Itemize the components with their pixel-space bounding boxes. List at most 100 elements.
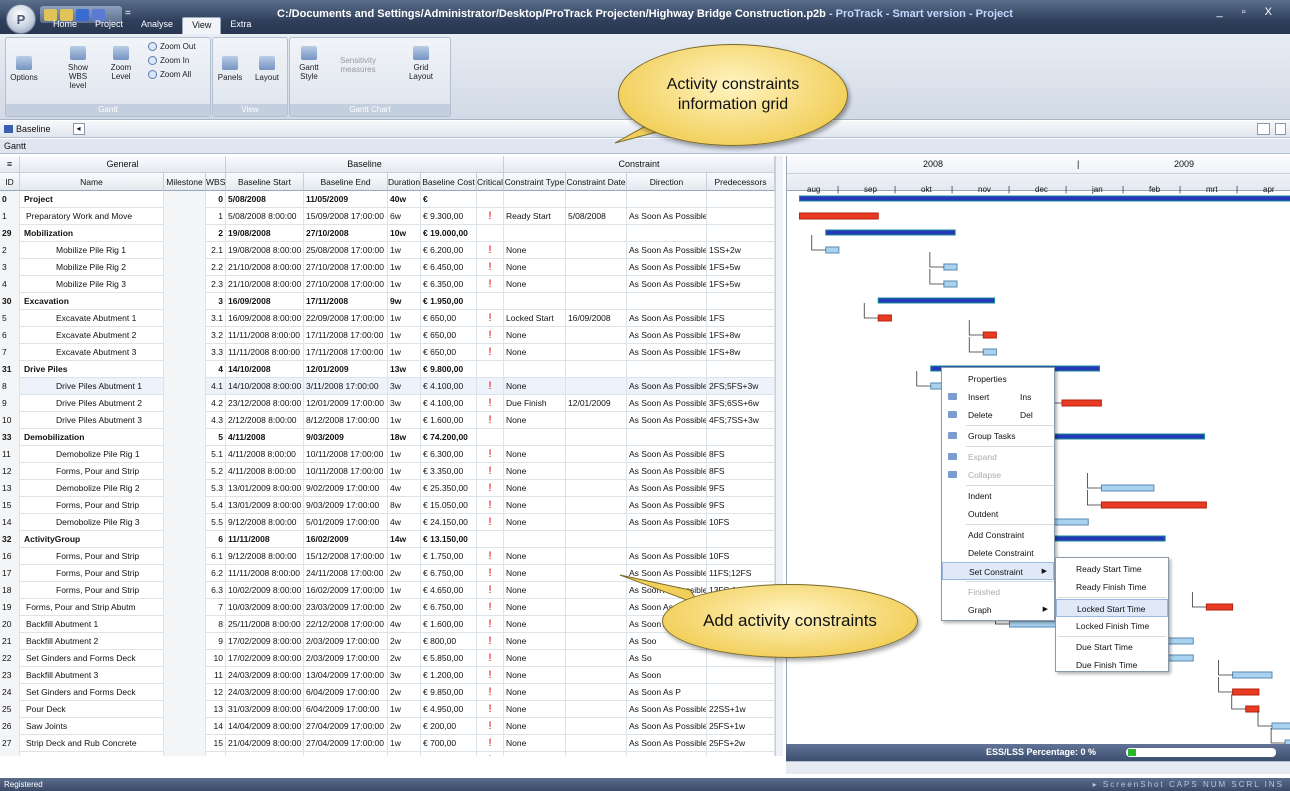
cell-name[interactable]: Excavate Abutment 3: [20, 344, 164, 361]
cell-end[interactable]: 15/09/2008 17:00:00: [304, 208, 388, 225]
table-row[interactable]: 4 Mobilize Pile Rig 3 2.3 21/10/2008 8:00:0…: [0, 276, 775, 293]
cell-pred[interactable]: 8FS: [707, 463, 775, 480]
sensitivity-measures-button[interactable]: Sensitivity measures: [334, 56, 382, 74]
cell-pred[interactable]: 1FS+5w: [707, 276, 775, 293]
column-header-cost[interactable]: Baseline Cost: [421, 173, 477, 191]
gantt-horizontal-scrollbar[interactable]: [786, 761, 1290, 774]
cell-dir[interactable]: [627, 531, 707, 548]
cell-milestone[interactable]: [164, 361, 206, 378]
cell-name[interactable]: Pour Deck: [20, 701, 164, 718]
cell-end[interactable]: 22/12/2008 17:00:00: [304, 616, 388, 633]
cell-dir[interactable]: As Soon As Possible: [627, 310, 707, 327]
cell-pred[interactable]: [707, 667, 775, 684]
cell-milestone[interactable]: [164, 327, 206, 344]
cell-cost[interactable]: € 9.800,00: [421, 361, 477, 378]
cell-start[interactable]: 11/11/2008: [226, 531, 304, 548]
column-header-cdate[interactable]: Constraint Date: [566, 173, 627, 191]
cell-end[interactable]: 6/04/2009 17:00:00: [304, 701, 388, 718]
cell-start[interactable]: 13/01/2009 8:00:00: [226, 497, 304, 514]
cell-ctype[interactable]: None: [504, 548, 566, 565]
cell-end[interactable]: 9/03/2009: [304, 429, 388, 446]
cell-wbs[interactable]: 3.2: [206, 327, 226, 344]
cell-milestone[interactable]: [164, 548, 206, 565]
cell-name[interactable]: Drive Piles Abutment 3: [20, 412, 164, 429]
cell-cdate[interactable]: [566, 548, 627, 565]
cell-milestone[interactable]: [164, 701, 206, 718]
cell-cdate[interactable]: [566, 633, 627, 650]
tab-analyse[interactable]: Analyse: [132, 17, 182, 34]
task-bar[interactable]: [982, 331, 997, 339]
cell-start[interactable]: 4/11/2008: [226, 429, 304, 446]
cell-start[interactable]: 9/12/2008 8:00:00: [226, 514, 304, 531]
cell-crit[interactable]: !: [477, 242, 504, 259]
cell-dur[interactable]: 1w: [388, 344, 421, 361]
cell-wbs[interactable]: 5.5: [206, 514, 226, 531]
table-row[interactable]: 16 Forms, Pour and Strip 6.1 9/12/2008 8:00…: [0, 548, 775, 565]
cell-dur[interactable]: 1w: [388, 582, 421, 599]
cell-pred[interactable]: 25FS+2w: [707, 735, 775, 752]
cell-name[interactable]: Drive Piles Abutment 2: [20, 395, 164, 412]
cell-id[interactable]: 17: [0, 565, 20, 582]
cell-cost[interactable]: € 650,00: [421, 344, 477, 361]
cell-dir[interactable]: As So: [627, 650, 707, 667]
cell-id[interactable]: 23: [0, 667, 20, 684]
cell-dir[interactable]: As Soon As Possible: [627, 480, 707, 497]
cell-ctype[interactable]: None: [504, 684, 566, 701]
cell-ctype[interactable]: None: [504, 718, 566, 735]
cell-start[interactable]: 10/02/2009 8:00:00: [226, 582, 304, 599]
table-row[interactable]: 17 Forms, Pour and Strip 6.2 11/11/2008 8:0…: [0, 565, 775, 582]
cell-name[interactable]: Forms, Pour and Strip: [20, 565, 164, 582]
table-row[interactable]: 15 Forms, Pour and Strip 5.4 13/01/2009 8:0…: [0, 497, 775, 514]
cell-id[interactable]: 31: [0, 361, 20, 378]
cell-ctype[interactable]: None: [504, 582, 566, 599]
cell-id[interactable]: 16: [0, 548, 20, 565]
table-row[interactable]: 30 Excavation 3 16/09/2008 17/11/2008 9w € 1.9…: [0, 293, 775, 310]
cell-cost[interactable]: € 650,00: [421, 327, 477, 344]
cell-wbs[interactable]: 6.3: [206, 582, 226, 599]
cell-start[interactable]: 17/02/2009 8:00:00: [226, 650, 304, 667]
cell-milestone[interactable]: [164, 565, 206, 582]
menu-item-expand[interactable]: Expand: [942, 448, 1054, 466]
cell-milestone[interactable]: [164, 310, 206, 327]
cell-name[interactable]: Forms, Pour and Strip: [20, 582, 164, 599]
cell-cost[interactable]: € 19.000,00: [421, 225, 477, 242]
menu-item-properties[interactable]: Properties: [942, 370, 1054, 388]
cell-cdate[interactable]: [566, 463, 627, 480]
grid-vertical-scrollbar[interactable]: [775, 156, 783, 756]
cell-id[interactable]: 19: [0, 599, 20, 616]
gantt-style-button[interactable]: Gantt Style: [294, 46, 324, 81]
column-header-milestone[interactable]: Milestone: [164, 173, 206, 191]
cell-dur[interactable]: 4w: [388, 514, 421, 531]
cell-ctype[interactable]: None: [504, 259, 566, 276]
cell-dir[interactable]: As Soon As Possible: [627, 735, 707, 752]
cell-end[interactable]: 16/02/2009: [304, 531, 388, 548]
cell-start[interactable]: 5/08/2008 8:00:00: [226, 208, 304, 225]
tab-extra[interactable]: Extra: [221, 17, 260, 34]
cell-crit[interactable]: [477, 225, 504, 242]
cell-end[interactable]: 12/01/2009: [304, 361, 388, 378]
cell-pred[interactable]: 9FS: [707, 497, 775, 514]
cell-milestone[interactable]: [164, 684, 206, 701]
cell-crit[interactable]: !: [477, 446, 504, 463]
task-bar[interactable]: [1232, 671, 1273, 679]
cell-crit[interactable]: !: [477, 633, 504, 650]
tab-view[interactable]: View: [182, 17, 222, 34]
table-row[interactable]: 8 Drive Piles Abutment 1 4.1 14/10/2008 8:0…: [0, 378, 775, 395]
cell-crit[interactable]: !: [477, 480, 504, 497]
cell-cost[interactable]: € 3.350,00: [421, 463, 477, 480]
cell-end[interactable]: 27/04/2009 17:00:00: [304, 718, 388, 735]
cell-wbs[interactable]: 0: [206, 191, 226, 208]
cell-id[interactable]: 9: [0, 395, 20, 412]
cell-pred[interactable]: 1FS: [707, 310, 775, 327]
cell-ctype[interactable]: None: [504, 514, 566, 531]
table-row[interactable]: 32 ActivityGroup 6 11/11/2008 16/02/2009 14w €…: [0, 531, 775, 548]
cell-wbs[interactable]: 3: [206, 293, 226, 310]
cell-end[interactable]: 6/04/2009 17:00:00: [304, 684, 388, 701]
cell-crit[interactable]: [477, 361, 504, 378]
cell-id[interactable]: 13: [0, 480, 20, 497]
cell-start[interactable]: 25/11/2008 8:00:00: [226, 616, 304, 633]
cell-start[interactable]: 11/11/2008 8:00:00: [226, 344, 304, 361]
task-bar[interactable]: [1100, 484, 1155, 492]
cell-wbs[interactable]: 4.3: [206, 412, 226, 429]
cell-name[interactable]: Demobolize Pile Rig 3: [20, 514, 164, 531]
